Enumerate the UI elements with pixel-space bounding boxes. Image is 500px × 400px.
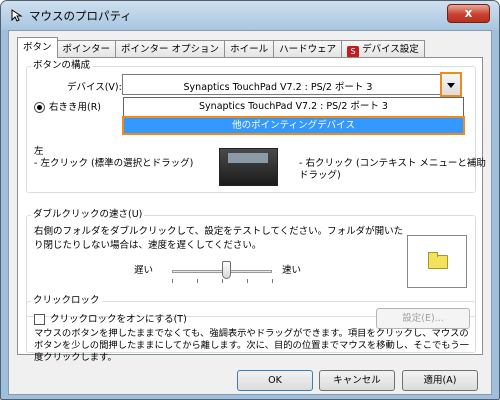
- click-lock-settings-button[interactable]: 設定(E)...: [376, 308, 470, 329]
- device-combobox-value: Synaptics TouchPad V7.2 : PS/2 ポート 3: [183, 82, 373, 93]
- device-dropdown-list: Synaptics TouchPad V7.2 : PS/2 ポート 3 他のポ…: [122, 97, 465, 135]
- touchpad-preview-image: [219, 148, 278, 186]
- close-icon: x: [464, 6, 473, 20]
- slider-tick: [272, 279, 273, 283]
- tab-hardware[interactable]: ハードウェア: [273, 40, 343, 58]
- ok-button[interactable]: OK: [237, 370, 313, 391]
- tab-label: ポインター: [62, 44, 111, 55]
- slider-tick: [247, 279, 248, 283]
- apply-button[interactable]: 適用(A): [402, 370, 478, 391]
- device-dropdown-button[interactable]: [440, 72, 462, 97]
- cancel-button[interactable]: キャンセル: [319, 370, 395, 391]
- tab-device-settings[interactable]: S デバイス設定: [341, 40, 425, 58]
- fast-label: 速い: [282, 265, 302, 276]
- right-click-description-2: ドラッグ): [299, 170, 341, 181]
- mouse-pointer-icon: [11, 9, 23, 22]
- chevron-down-icon: [447, 83, 455, 88]
- dialog-client-area: ボタン ポインター ポインター オプション ホイール ハードウェア S デバイス設…: [8, 30, 492, 395]
- button-config-legend: ボタンの構成: [31, 60, 93, 72]
- tab-label: ハードウェア: [279, 44, 337, 55]
- device-combobox[interactable]: Synaptics TouchPad V7.2 : PS/2 ポート 3: [122, 72, 462, 97]
- title-bar[interactable]: マウスのプロパティ x: [1, 1, 499, 30]
- right-handed-radio[interactable]: [34, 102, 45, 113]
- slider-tick: [172, 279, 173, 283]
- window-title: マウスのプロパティ: [29, 9, 132, 23]
- tab-buttons[interactable]: ボタン: [17, 37, 58, 58]
- slow-label: 遅い: [134, 265, 154, 276]
- tab-label: ボタン: [23, 42, 52, 53]
- slider-tick: [197, 279, 198, 283]
- tab-label: デバイス設定: [362, 44, 419, 55]
- left-click-description: - 左クリック (標準の選択とドラッグ): [34, 158, 194, 169]
- test-folder-area[interactable]: [407, 235, 467, 288]
- folder-icon: [428, 252, 448, 269]
- tab-pointers[interactable]: ポインター: [56, 40, 117, 58]
- double-click-legend: ダブルクリックの速さ(U): [31, 209, 145, 221]
- tab-strip: ボタン ポインター ポインター オプション ホイール ハードウェア S デバイス設…: [17, 37, 425, 58]
- tab-pointer-options[interactable]: ポインター オプション: [115, 40, 226, 58]
- right-click-description: - 右クリック (コンテキスト メニューと補助: [299, 158, 486, 169]
- slider-tick: [222, 279, 223, 283]
- left-button-label: 左: [34, 146, 44, 157]
- click-lock-description: マウスのボタンを押したままでなくても、強調表示やドラッグができます。項目をクリッ…: [34, 328, 469, 363]
- tab-label: ホイール: [230, 44, 269, 55]
- dropdown-option-other-device[interactable]: 他のポインティングデバイス: [122, 116, 465, 135]
- click-lock-legend: クリックロック: [31, 295, 102, 307]
- dropdown-option-synaptics[interactable]: Synaptics TouchPad V7.2 : PS/2 ポート 3: [124, 99, 463, 115]
- tab-label: ポインター オプション: [121, 44, 220, 55]
- double-click-description: 右側のフォルダをダブルクリックして、設定をテストしてください。フォルダが開いたり…: [34, 226, 404, 251]
- right-handed-label: 右きき用(R): [49, 102, 102, 113]
- click-lock-label: クリックロックをオンにする(T): [50, 314, 187, 325]
- mouse-properties-window: マウスのプロパティ x ボタン ポインター ポインター オプション ホイール ハ…: [0, 0, 500, 400]
- click-lock-checkbox[interactable]: [34, 314, 45, 325]
- device-label: デバイス(V):: [67, 82, 122, 93]
- double-click-speed-slider[interactable]: [222, 261, 231, 279]
- close-button[interactable]: x: [447, 4, 490, 23]
- tab-wheel[interactable]: ホイール: [224, 40, 275, 58]
